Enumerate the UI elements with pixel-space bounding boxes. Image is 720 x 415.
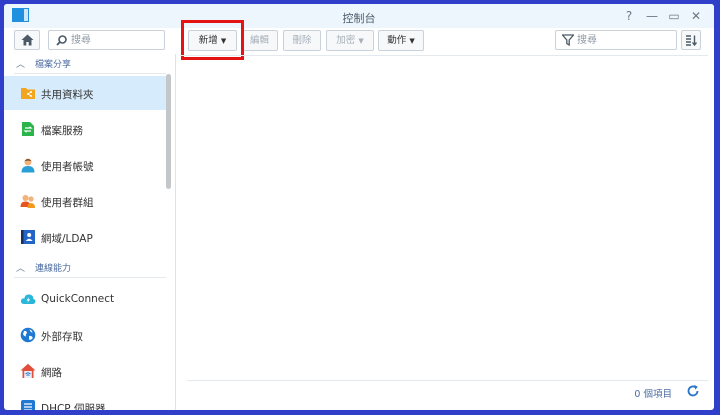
sort-icon bbox=[686, 34, 697, 46]
control-panel-window: 控制台 ? — ▭ ✕ ︿ 檔案分享 共用資料夾 檔案服務 使用者帳號 bbox=[4, 4, 714, 410]
sidebar-item-label: 共用資料夾 bbox=[41, 89, 94, 101]
caret-down-icon: ▼ bbox=[409, 37, 415, 45]
sidebar-item-user[interactable]: 使用者帳號 bbox=[4, 148, 166, 182]
home-icon bbox=[21, 34, 33, 46]
main-search-box[interactable] bbox=[555, 30, 677, 50]
help-icon[interactable]: ? bbox=[621, 8, 637, 24]
group-icon bbox=[20, 195, 35, 208]
caret-down-icon: ▼ bbox=[358, 37, 364, 45]
shared-folder-icon bbox=[21, 88, 35, 99]
home-button[interactable] bbox=[14, 30, 40, 50]
delete-button[interactable]: 刪除 bbox=[283, 30, 321, 51]
domain-ldap-icon bbox=[21, 230, 35, 244]
sidebar-item-label: 網路 bbox=[41, 367, 62, 379]
sidebar-search-box[interactable] bbox=[48, 30, 165, 50]
minimize-icon[interactable]: — bbox=[644, 8, 660, 24]
filter-icon bbox=[562, 34, 574, 46]
create-button-highlight bbox=[181, 20, 244, 60]
sort-button[interactable] bbox=[681, 30, 701, 50]
sidebar-item-group[interactable]: 使用者群組 bbox=[4, 184, 166, 218]
maximize-icon[interactable]: ▭ bbox=[666, 8, 682, 24]
footer-divider bbox=[187, 380, 708, 381]
dhcp-server-icon bbox=[21, 400, 35, 410]
sidebar-item-label: QuickConnect bbox=[41, 293, 115, 305]
sidebar-scrollbar[interactable] bbox=[166, 74, 171, 189]
sidebar-item-label: DHCP 伺服器 bbox=[41, 403, 106, 410]
sidebar: ︿ 檔案分享 共用資料夾 檔案服務 使用者帳號 使用者群組 網域/LDAP ︿ … bbox=[4, 54, 176, 410]
action-button[interactable]: 動作 ▼ bbox=[378, 30, 424, 51]
section-connectivity[interactable]: ︿ 連線能力 bbox=[4, 260, 166, 278]
file-services-icon bbox=[22, 122, 34, 136]
refresh-icon[interactable] bbox=[686, 384, 700, 398]
chevron-up-icon: ︿ bbox=[16, 60, 26, 70]
sidebar-item-label: 網域/LDAP bbox=[41, 233, 93, 245]
main-search-input[interactable] bbox=[577, 34, 673, 47]
user-icon bbox=[21, 158, 35, 173]
sidebar-item-quickconnect[interactable]: QuickConnect bbox=[4, 282, 166, 316]
sidebar-item-label: 檔案服務 bbox=[41, 125, 83, 137]
item-count: 0 個項目 bbox=[634, 389, 672, 400]
window-title: 控制台 bbox=[342, 12, 376, 25]
close-icon[interactable]: ✕ bbox=[688, 8, 704, 24]
sidebar-item-label: 外部存取 bbox=[41, 331, 83, 343]
search-icon bbox=[56, 35, 67, 46]
title-bar: 控制台 ? — ▭ ✕ bbox=[4, 4, 714, 28]
sidebar-search-input[interactable] bbox=[71, 34, 161, 47]
sidebar-item-label: 使用者帳號 bbox=[41, 161, 94, 173]
toolbar-divider bbox=[180, 55, 708, 56]
quickconnect-icon bbox=[20, 294, 36, 304]
sidebar-item-external-access[interactable]: 外部存取 bbox=[4, 318, 166, 352]
section-file-sharing[interactable]: ︿ 檔案分享 bbox=[4, 56, 166, 74]
sidebar-item-dhcp-server[interactable]: DHCP 伺服器 bbox=[4, 390, 166, 410]
sidebar-item-network[interactable]: 網路 bbox=[4, 354, 166, 388]
encrypt-button[interactable]: 加密 ▼ bbox=[326, 30, 374, 51]
chevron-up-icon: ︿ bbox=[16, 264, 26, 274]
external-access-icon bbox=[20, 327, 36, 343]
sidebar-item-label: 使用者群組 bbox=[41, 197, 94, 209]
network-icon bbox=[20, 363, 36, 378]
edit-button[interactable]: 編輯 bbox=[241, 30, 278, 51]
sidebar-item-domain-ldap[interactable]: 網域/LDAP bbox=[4, 220, 166, 254]
sidebar-item-shared-folder[interactable]: 共用資料夾 bbox=[4, 76, 166, 110]
sidebar-item-file-services[interactable]: 檔案服務 bbox=[4, 112, 166, 146]
